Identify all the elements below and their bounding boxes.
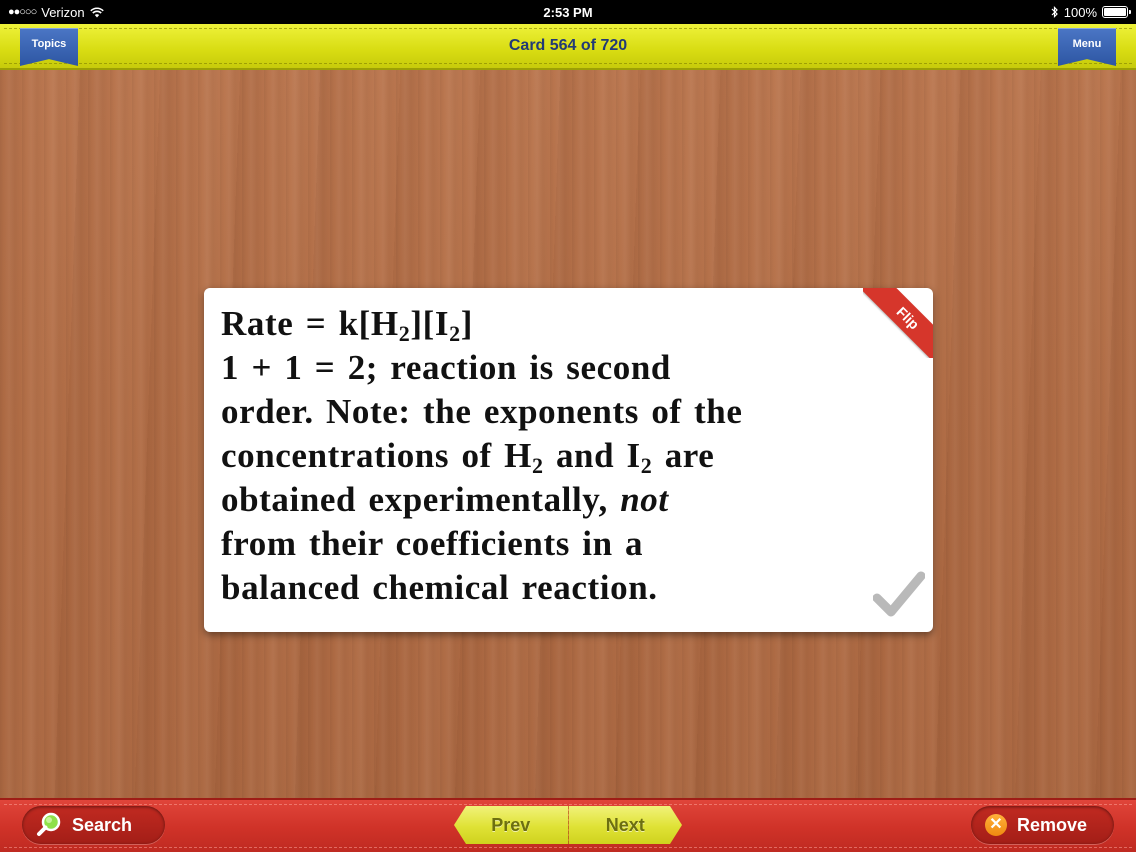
magnifier-icon bbox=[37, 812, 61, 836]
close-circle-icon: ✕ bbox=[985, 814, 1007, 836]
text-segment: 1 + 1 = 2; reaction is second bbox=[221, 348, 671, 387]
text-segment: ][I bbox=[410, 304, 450, 343]
flashcard-line: from their coefficients in a bbox=[221, 522, 861, 566]
text-segment: order. Note: the exponents of the bbox=[221, 392, 743, 431]
flashcard-line: obtained experimentally, not bbox=[221, 478, 861, 522]
menu-button[interactable]: Menu bbox=[1058, 28, 1116, 66]
prev-next-group: Prev Next bbox=[454, 806, 682, 844]
emphasis-text: not bbox=[620, 480, 669, 519]
checkmark-icon[interactable] bbox=[873, 570, 925, 618]
bottom-toolbar: Search Prev Next ✕ Remove bbox=[0, 798, 1136, 852]
subscript: 2 bbox=[640, 453, 653, 478]
carrier-name: Verizon bbox=[41, 4, 85, 20]
subscript: 2 bbox=[449, 321, 461, 346]
flashcard-line: balanced chemical reaction. bbox=[221, 566, 861, 610]
text-segment: Rate = k[H bbox=[221, 304, 399, 343]
text-segment: and I bbox=[543, 436, 641, 475]
signal-strength-icon: ●●○○○ bbox=[8, 6, 37, 18]
wifi-icon bbox=[89, 6, 104, 17]
text-segment: from their coefficients in a bbox=[221, 524, 644, 563]
remove-label: Remove bbox=[1017, 814, 1088, 835]
flashcard[interactable]: Rate = k[H2][I2] 1 + 1 = 2; reaction is s… bbox=[204, 288, 933, 632]
battery-fill bbox=[1104, 8, 1126, 16]
card-counter-title: Card 564 of 720 bbox=[508, 37, 628, 54]
battery-icon bbox=[1102, 6, 1131, 18]
text-segment: balanced chemical reaction. bbox=[221, 568, 658, 607]
battery-percent: 100% bbox=[1063, 4, 1097, 20]
status-left: ●●○○○ Verizon bbox=[8, 5, 104, 20]
status-time: 2:53 PM bbox=[543, 4, 593, 20]
flip-label: Flip bbox=[863, 288, 933, 358]
search-label: Search bbox=[72, 814, 133, 835]
search-button[interactable]: Search bbox=[22, 806, 165, 844]
flashcard-line: 1 + 1 = 2; reaction is second bbox=[221, 346, 861, 390]
status-right: 100% bbox=[1051, 4, 1131, 20]
remove-button[interactable]: ✕ Remove bbox=[971, 806, 1114, 844]
subscript: 2 bbox=[398, 321, 411, 346]
flashcard-line: order. Note: the exponents of the bbox=[221, 390, 861, 434]
text-segment: ] bbox=[460, 304, 473, 343]
subscript: 2 bbox=[531, 453, 544, 478]
status-bar: ●●○○○ Verizon 2:53 PM 100% bbox=[0, 0, 1136, 24]
flashcard-line: concentrations of H2 and I2 are bbox=[221, 434, 861, 478]
bluetooth-icon bbox=[1051, 6, 1058, 18]
next-button[interactable]: Next bbox=[569, 806, 683, 844]
text-segment: concentrations of H bbox=[221, 436, 532, 475]
text-segment: obtained experimentally, bbox=[221, 480, 621, 519]
flip-corner[interactable]: Flip bbox=[863, 288, 933, 358]
prev-button[interactable]: Prev bbox=[454, 806, 569, 844]
flashcard-line: Rate = k[H2][I2] bbox=[221, 302, 861, 346]
flashcard-text: Rate = k[H2][I2] 1 + 1 = 2; reaction is s… bbox=[221, 302, 861, 610]
text-segment: are bbox=[652, 436, 715, 475]
top-navigation-bar: Topics Card 564 of 720 Menu bbox=[0, 24, 1136, 70]
